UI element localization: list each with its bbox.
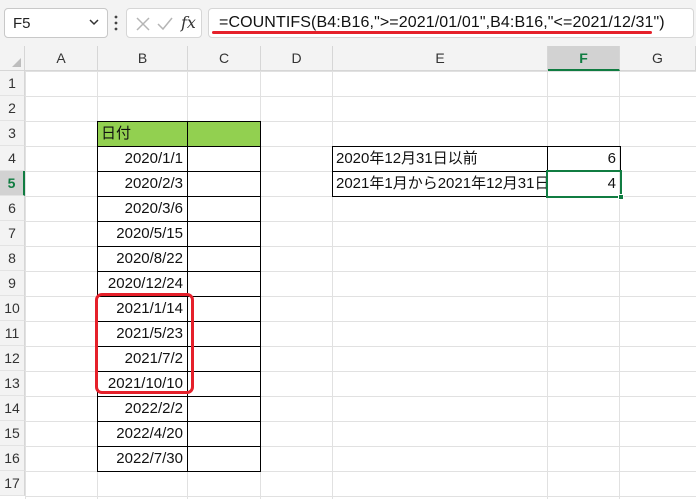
table-c-cell[interactable] <box>187 271 261 297</box>
table-c-cell[interactable] <box>187 396 261 422</box>
row-header-8[interactable]: 8 <box>0 246 25 271</box>
row-header-9[interactable]: 9 <box>0 271 25 296</box>
formula-controls: fx <box>126 8 202 38</box>
row-header-12[interactable]: 12 <box>0 346 25 371</box>
table-c-cell[interactable] <box>187 371 261 397</box>
row-header-1[interactable]: 1 <box>0 71 25 96</box>
row-header-2[interactable]: 2 <box>0 96 25 121</box>
row-header-7[interactable]: 7 <box>0 221 25 246</box>
column-header-d[interactable]: D <box>261 46 333 71</box>
table-c-cell[interactable] <box>187 221 261 247</box>
empty-header-cell[interactable] <box>187 121 261 147</box>
gridline <box>547 71 548 499</box>
table-c-cell[interactable] <box>187 321 261 347</box>
column-header-f[interactable]: F <box>548 46 620 71</box>
enter-check-icon[interactable] <box>157 17 173 31</box>
table-c-cell[interactable] <box>187 246 261 272</box>
table-c-cell[interactable] <box>187 171 261 197</box>
name-box[interactable]: F5 <box>4 8 108 38</box>
insert-function-icon[interactable]: fx <box>181 13 196 32</box>
row-header-4[interactable]: 4 <box>0 146 25 171</box>
summary-label-cell[interactable]: 2020年12月31日以前 <box>332 146 548 172</box>
column-header-g[interactable]: G <box>620 46 696 71</box>
date-cell[interactable]: 2020/2/3 <box>97 171 188 197</box>
formula-bar-area: F5 fx =COUNTIFS(B4:B16,">=2021/01/01",B4… <box>0 0 696 46</box>
date-cell[interactable]: 2022/7/30 <box>97 446 188 472</box>
gridline <box>332 71 333 499</box>
row-header-14[interactable]: 14 <box>0 396 25 421</box>
summary-value-cell[interactable]: 6 <box>547 146 621 172</box>
column-header-e[interactable]: E <box>333 46 548 71</box>
select-all-triangle-icon <box>12 58 21 67</box>
cancel-icon[interactable] <box>136 17 150 31</box>
active-cell-border <box>546 170 622 198</box>
more-options-icon[interactable] <box>113 13 119 33</box>
formula-text: =COUNTIFS(B4:B16,">=2021/01/01",B4:B16,"… <box>219 14 665 31</box>
date-cell[interactable]: 2020/5/15 <box>97 221 188 247</box>
fill-handle[interactable] <box>618 194 624 200</box>
chevron-down-icon[interactable] <box>87 15 101 29</box>
table-c-cell[interactable] <box>187 446 261 472</box>
name-box-value: F5 <box>13 15 31 32</box>
date-cell[interactable]: 2020/1/1 <box>97 146 188 172</box>
select-all-button[interactable] <box>0 46 25 71</box>
table-c-cell[interactable] <box>187 346 261 372</box>
row-header-17[interactable]: 17 <box>0 471 25 496</box>
formula-highlight-underline <box>212 31 652 34</box>
date-header-cell[interactable]: 日付 <box>97 121 188 147</box>
row-header-15[interactable]: 15 <box>0 421 25 446</box>
row-header-16[interactable]: 16 <box>0 446 25 471</box>
table-c-cell[interactable] <box>187 196 261 222</box>
row-header-11[interactable]: 11 <box>0 321 25 346</box>
date-cell[interactable]: 2020/3/6 <box>97 196 188 222</box>
row-header-13[interactable]: 13 <box>0 371 25 396</box>
gridline <box>619 71 620 499</box>
row-header-10[interactable]: 10 <box>0 296 25 321</box>
table-c-cell[interactable] <box>187 146 261 172</box>
table-c-cell[interactable] <box>187 296 261 322</box>
column-header-c[interactable]: C <box>188 46 261 71</box>
row-header-6[interactable]: 6 <box>0 196 25 221</box>
date-cell[interactable]: 2022/4/20 <box>97 421 188 447</box>
date-cell[interactable]: 2022/2/2 <box>97 396 188 422</box>
column-header-b[interactable]: B <box>98 46 188 71</box>
summary-label-cell[interactable]: 2021年1月から2021年12月31日 <box>332 171 548 197</box>
highlight-2021-dates <box>95 293 194 394</box>
row-header-3[interactable]: 3 <box>0 121 25 146</box>
row-header-5[interactable]: 5 <box>0 171 25 196</box>
table-c-cell[interactable] <box>187 421 261 447</box>
date-cell[interactable]: 2020/8/22 <box>97 246 188 272</box>
column-header-a[interactable]: A <box>25 46 98 71</box>
